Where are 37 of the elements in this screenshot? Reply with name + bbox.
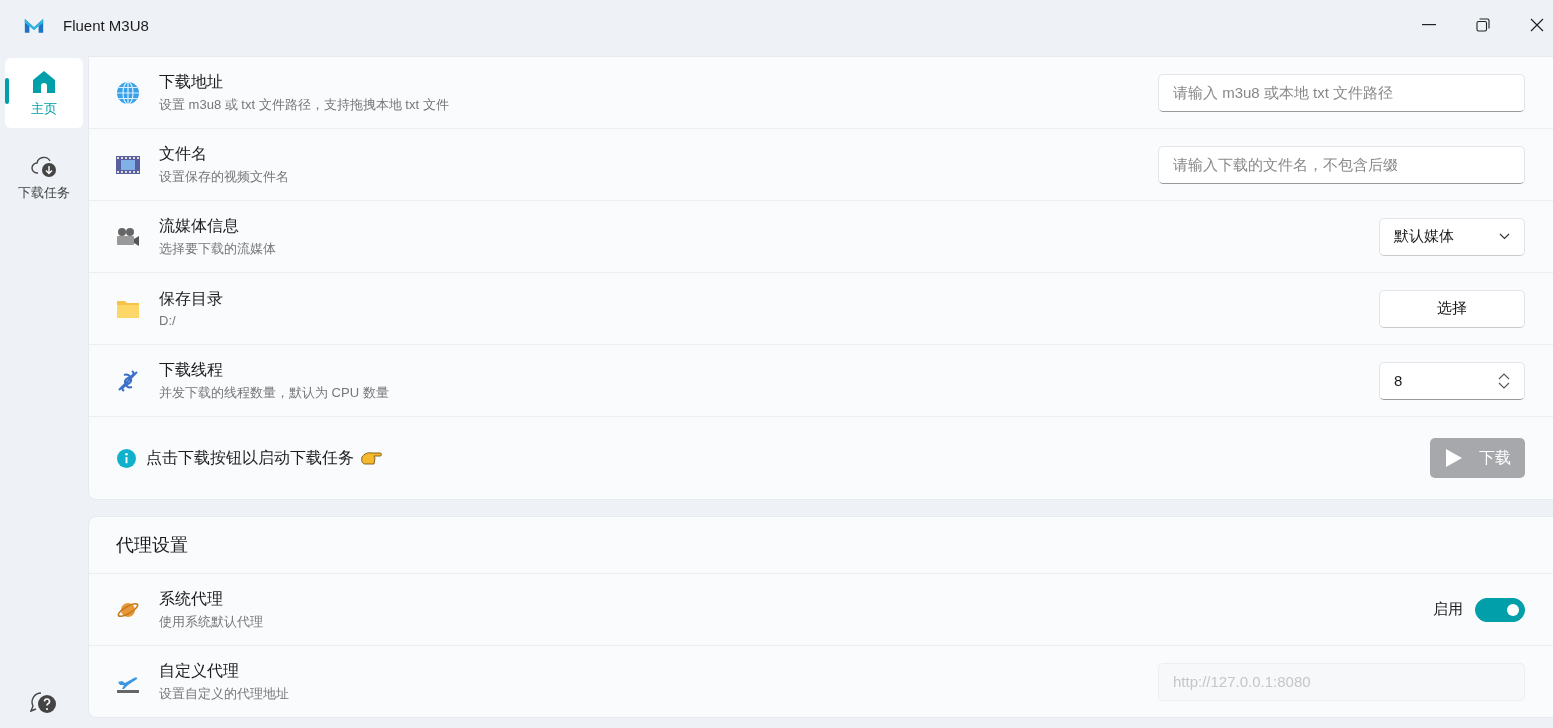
setting-title: 下载线程: [159, 359, 224, 380]
close-icon[interactable]: [1530, 18, 1544, 32]
setting-title: 流媒体信息: [159, 215, 240, 236]
nav-item[interactable]: 下载任务: [5, 142, 83, 212]
setting-title: 保存目录: [159, 289, 224, 309]
setting-title: 下载地址: [159, 71, 224, 92]
switch-label: 启用: [1433, 600, 1463, 619]
thread-spinbox[interactable]: 8: [1379, 361, 1525, 400]
minimize-icon[interactable]: [1422, 24, 1436, 26]
caret-icon: [1499, 233, 1510, 240]
hint-text: 点击下载按钮以启动下载任务: [146, 447, 354, 468]
input-field[interactable]: 请输入 m3u8 或本地 txt 文件路径: [1158, 73, 1525, 112]
setting-description: 并发下载的线程数量，默认为 CPU 数量: [159, 383, 390, 402]
setting-title: 文件名: [159, 143, 208, 164]
window-title: Fluent M3U8: [63, 16, 149, 34]
toggle-switch[interactable]: [1475, 597, 1525, 622]
media-dropdown[interactable]: 默认媒体: [1379, 217, 1525, 256]
setting-description: 使用系统默认代理: [159, 612, 264, 631]
setting-description: D:/: [159, 313, 177, 328]
pointing-hand-icon: [360, 450, 382, 466]
knot-icon: [116, 368, 140, 393]
section-title: 代理设置: [116, 534, 188, 557]
choose-button[interactable]: 选择: [1379, 289, 1525, 328]
setting-title: 自定义代理: [159, 660, 240, 681]
play-icon: [1444, 448, 1463, 468]
setting-title: 系统代理: [159, 588, 224, 609]
globe-icon: [116, 80, 140, 105]
up-down-icon: [1498, 371, 1510, 390]
setting-description: 设置保存的视频文件名: [159, 167, 290, 186]
input-field[interactable]: 请输入下载的文件名，不包含后缀: [1158, 145, 1525, 184]
info-icon: [117, 448, 136, 468]
home-icon: [31, 68, 57, 95]
help-icon[interactable]: [30, 690, 58, 716]
setting-description: 选择要下载的流媒体: [159, 239, 277, 258]
setting-description: 设置自定义的代理地址: [159, 684, 290, 703]
setting-description: 设置 m3u8 或 txt 文件路径，支持拖拽本地 txt 文件: [159, 95, 450, 114]
restore-icon[interactable]: [1476, 18, 1490, 32]
